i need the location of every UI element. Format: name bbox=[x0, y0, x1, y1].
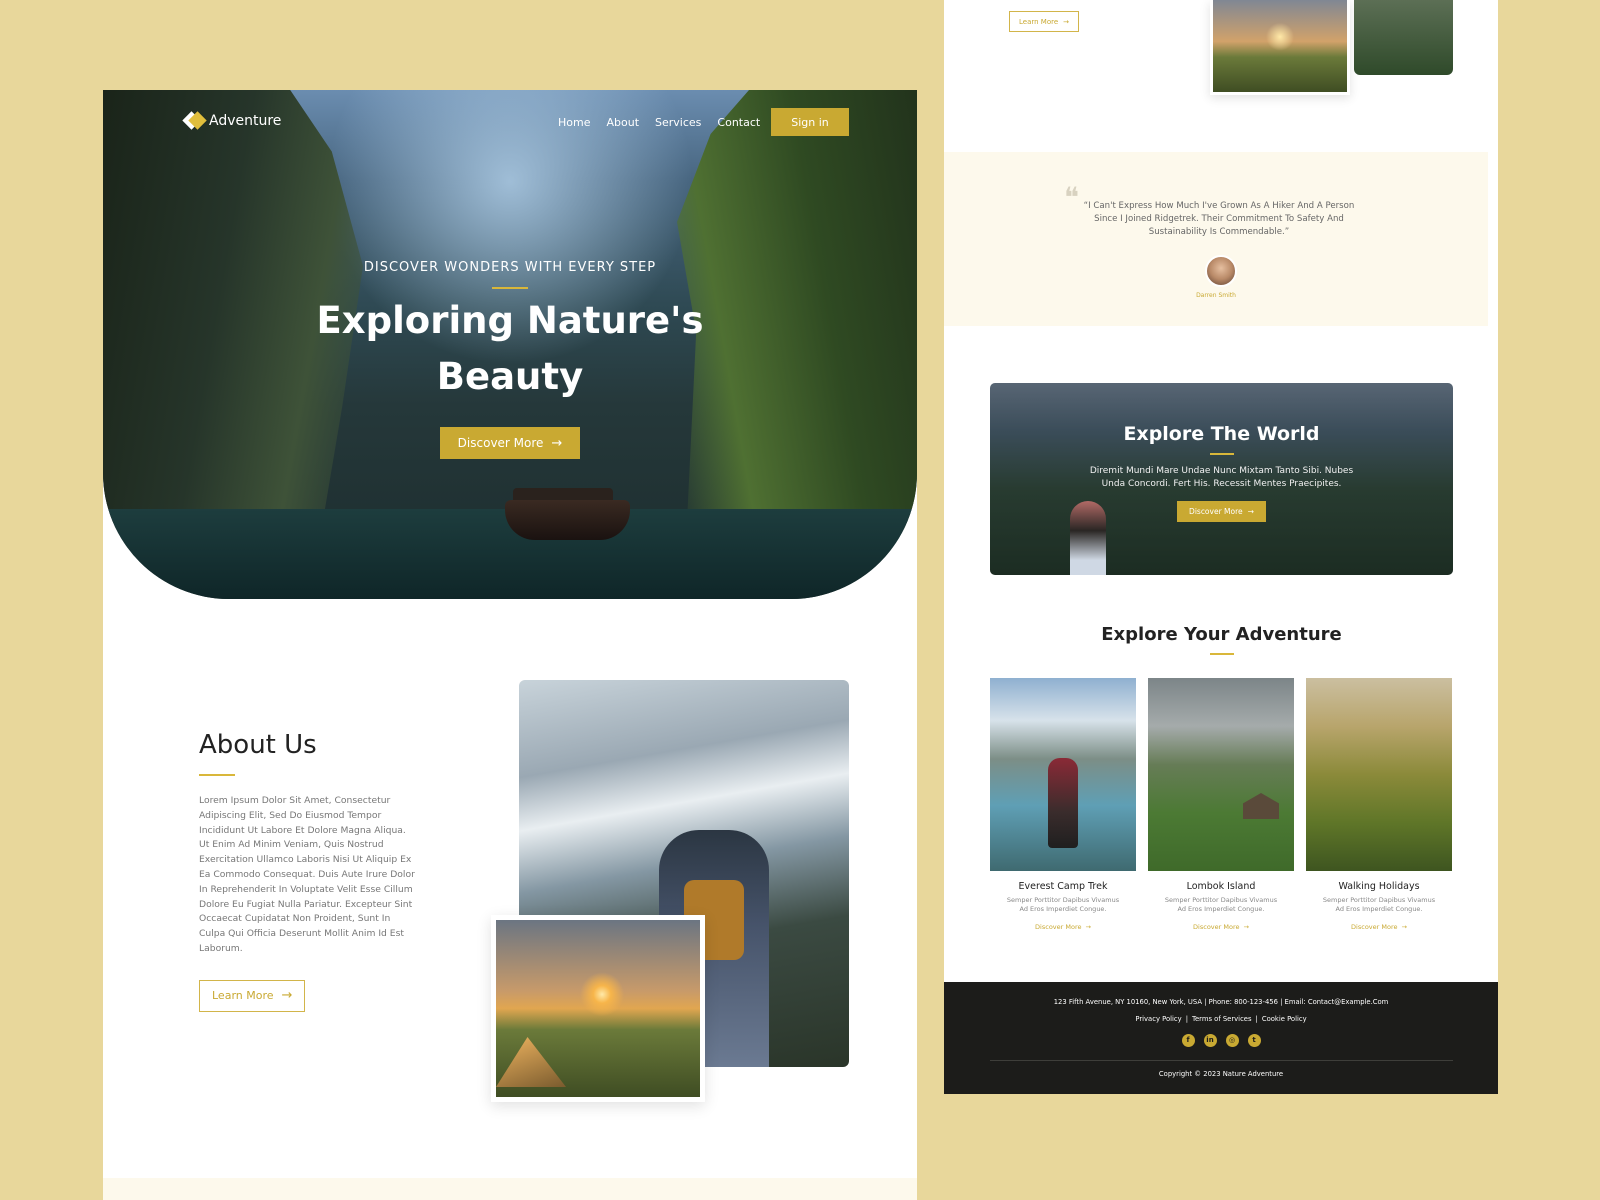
about-photo-tent-sunset bbox=[491, 915, 705, 1102]
linkedin-icon[interactable]: in bbox=[1203, 1034, 1217, 1047]
card-hut bbox=[1243, 793, 1279, 819]
card-title: Walking Holidays bbox=[1338, 881, 1420, 892]
card-discover-link[interactable]: Discover More → bbox=[1193, 923, 1249, 931]
footer-links: Privacy Policy | Terms of Services | Coo… bbox=[944, 1015, 1498, 1023]
about-divider bbox=[199, 774, 235, 776]
card-title: Lombok Island bbox=[1186, 881, 1256, 892]
card-image-lombok bbox=[1148, 678, 1294, 871]
about-title: About Us bbox=[199, 730, 317, 760]
cookie-policy-link[interactable]: Cookie Policy bbox=[1262, 1015, 1307, 1023]
adventure-cards: Everest Camp Trek Semper Porttitor Dapib… bbox=[990, 678, 1453, 933]
banner-title: Explore The World bbox=[1123, 423, 1320, 445]
footer-separator: | bbox=[1255, 1015, 1258, 1023]
nav-links: Home About Services Contact bbox=[558, 116, 760, 129]
arrow-right-icon: → bbox=[1063, 17, 1070, 26]
card-link-label: Discover More bbox=[1193, 923, 1240, 931]
footer-copyright: Copyright © 2023 Nature Adventure bbox=[1158, 1070, 1284, 1078]
facebook-icon[interactable]: f bbox=[1181, 1034, 1195, 1047]
arrow-right-icon: → bbox=[1085, 923, 1091, 931]
discover-more-button[interactable]: Discover More → bbox=[439, 427, 581, 459]
card-description: Semper Porttitor Dapibus Vivamus Ad Eros… bbox=[1006, 896, 1120, 913]
adventure-card[interactable]: Walking Holidays Semper Porttitor Dapibu… bbox=[1306, 678, 1452, 933]
explore-world-banner: Explore The World Diremit Mundi Mare Und… bbox=[990, 383, 1453, 575]
avatar bbox=[1205, 255, 1237, 287]
arrow-right-icon: → bbox=[551, 435, 563, 451]
banner-divider bbox=[1209, 453, 1234, 455]
arrow-right-icon: → bbox=[1247, 507, 1254, 516]
top-photo-tent-image bbox=[1213, 0, 1347, 92]
card-link-label: Discover More bbox=[1035, 923, 1082, 931]
adventure-section: Explore Your Adventure Everest Camp Trek… bbox=[990, 624, 1453, 931]
hero-divider bbox=[492, 287, 528, 289]
hero-title-line2: Beauty bbox=[436, 355, 584, 398]
adventure-card[interactable]: Lombok Island Semper Porttitor Dapibus V… bbox=[1148, 678, 1294, 933]
social-icons: f in ◎ t bbox=[944, 1034, 1498, 1047]
footer: 123 Fifth Avenue, NY 10160, New York, US… bbox=[944, 982, 1498, 1094]
testimonial-quote: “I Can't Express How Much I've Grown As … bbox=[1083, 201, 1355, 237]
arrow-right-icon: → bbox=[1243, 923, 1249, 931]
banner-text: Diremit Mundi Mare Undae Nunc Mixtam Tan… bbox=[1089, 466, 1354, 489]
adventure-title: Explore Your Adventure bbox=[1101, 624, 1342, 645]
testimonial-author: Darren Smith bbox=[1196, 292, 1236, 299]
tent-sunset-image bbox=[496, 920, 700, 1097]
nav-link-services[interactable]: Services bbox=[655, 116, 701, 129]
discover-more-label: Discover More bbox=[457, 436, 544, 450]
instagram-icon[interactable]: ◎ bbox=[1225, 1034, 1239, 1047]
brand-logo[interactable]: Adventure bbox=[183, 112, 281, 130]
diamond-logo-icon bbox=[183, 112, 201, 130]
about-body: Lorem Ipsum Dolor Sit Amet, Consectetur … bbox=[199, 795, 415, 954]
banner-button-label: Discover More bbox=[1189, 507, 1243, 516]
banner-content: Explore The World Diremit Mundi Mare Und… bbox=[990, 423, 1453, 522]
hero-boat bbox=[505, 500, 630, 540]
hero-section: Adventure Home About Services Contact Si… bbox=[103, 90, 917, 599]
card-hiker-figure bbox=[1048, 758, 1078, 848]
top-learn-more-label: Learn More bbox=[1019, 17, 1059, 26]
about-section: About Us Lorem Ipsum Dolor Sit Amet, Con… bbox=[199, 730, 419, 1012]
footer-separator: | bbox=[1185, 1015, 1188, 1023]
banner-discover-more-button[interactable]: Discover More → bbox=[1177, 501, 1266, 522]
adventure-card[interactable]: Everest Camp Trek Semper Porttitor Dapib… bbox=[990, 678, 1136, 933]
hero-content: DISCOVER WONDERS WITH EVERY STEP Explori… bbox=[103, 260, 917, 459]
learn-more-button[interactable]: Learn More → bbox=[199, 979, 306, 1012]
arrow-right-icon: → bbox=[281, 988, 293, 1004]
learn-more-label: Learn More bbox=[212, 989, 274, 1003]
tent-shape bbox=[496, 1037, 566, 1087]
card-description: Semper Porttitor Dapibus Vivamus Ad Eros… bbox=[1164, 896, 1278, 913]
twitter-icon[interactable]: t bbox=[1247, 1034, 1261, 1047]
card-link-label: Discover More bbox=[1351, 923, 1398, 931]
sign-in-button[interactable]: Sign in bbox=[771, 108, 849, 136]
hero-eyebrow: DISCOVER WONDERS WITH EVERY STEP bbox=[363, 260, 657, 275]
arrow-right-icon: → bbox=[1401, 923, 1407, 931]
hero-title: Exploring Nature's Beauty bbox=[103, 293, 917, 405]
card-discover-link[interactable]: Discover More → bbox=[1035, 923, 1091, 931]
top-photo-tent bbox=[1210, 0, 1350, 95]
footer-divider bbox=[990, 1060, 1453, 1061]
hero-title-line1: Exploring Nature's bbox=[316, 299, 704, 342]
top-photo-hiker bbox=[1354, 0, 1453, 75]
brand-name: Adventure bbox=[209, 113, 282, 129]
card-image-everest bbox=[990, 678, 1136, 871]
next-section-band bbox=[103, 1178, 917, 1200]
footer-address: 123 Fifth Avenue, NY 10160, New York, US… bbox=[1053, 998, 1389, 1006]
card-title: Everest Camp Trek bbox=[1018, 881, 1108, 892]
nav-link-contact[interactable]: Contact bbox=[717, 116, 760, 129]
nav-link-home[interactable]: Home bbox=[558, 116, 590, 129]
right-page-mockup: Learn More → ❝ “I Can't Express How Much… bbox=[944, 0, 1498, 1094]
privacy-policy-link[interactable]: Privacy Policy bbox=[1135, 1015, 1181, 1023]
card-image-walking bbox=[1306, 678, 1452, 871]
nav-link-about[interactable]: About bbox=[606, 116, 639, 129]
adventure-divider bbox=[1209, 653, 1234, 655]
navbar: Adventure Home About Services Contact Si… bbox=[103, 90, 917, 160]
card-description: Semper Porttitor Dapibus Vivamus Ad Eros… bbox=[1322, 896, 1436, 913]
quote-icon: ❝ bbox=[1064, 181, 1080, 214]
left-page-mockup: Adventure Home About Services Contact Si… bbox=[103, 90, 917, 1200]
terms-of-services-link[interactable]: Terms of Services bbox=[1192, 1015, 1252, 1023]
top-learn-more-button[interactable]: Learn More → bbox=[1009, 11, 1080, 32]
card-discover-link[interactable]: Discover More → bbox=[1351, 923, 1407, 931]
testimonial-section: ❝ “I Can't Express How Much I've Grown A… bbox=[944, 152, 1488, 326]
